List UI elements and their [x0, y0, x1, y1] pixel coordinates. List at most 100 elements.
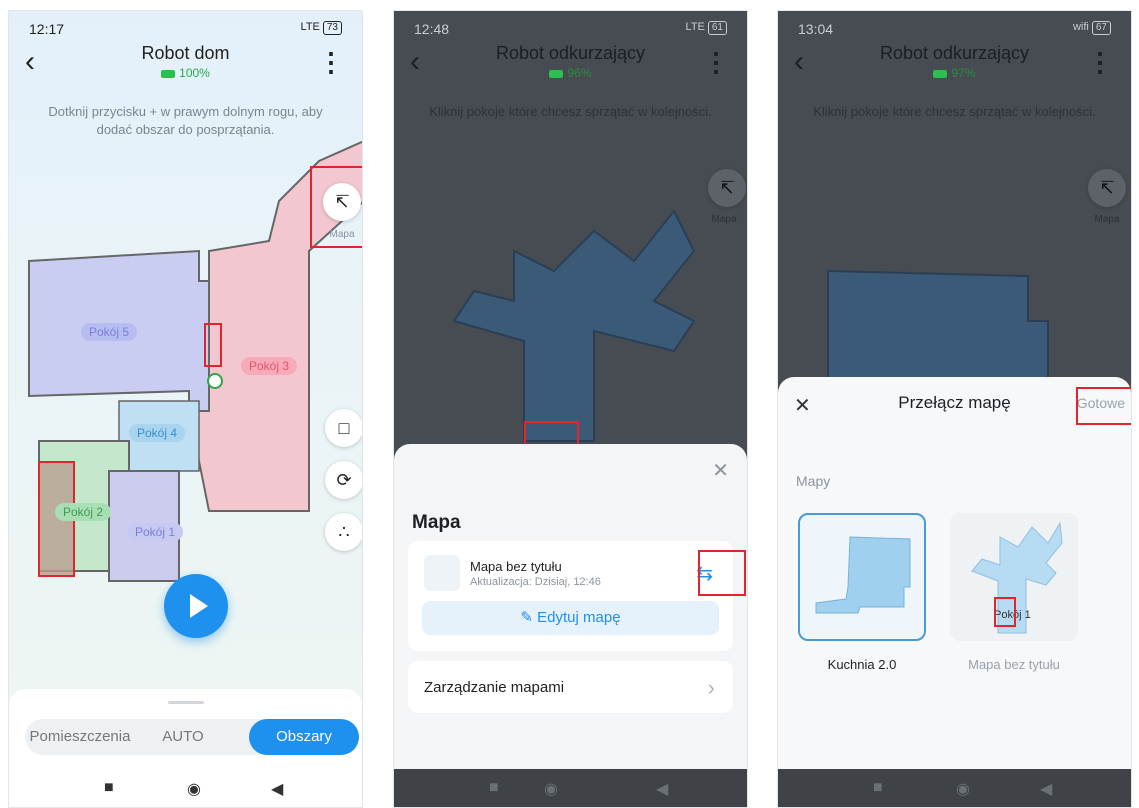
battery-percent: 100%: [179, 66, 210, 80]
status-icons: wifi 67: [1073, 21, 1111, 35]
maps-section-title: Mapy: [796, 473, 831, 489]
header: ‹ Robot dom 100% ⋮: [9, 39, 362, 89]
system-navbar: ■ ◉ ◀: [394, 769, 747, 807]
status-time: 13:04: [798, 21, 834, 37]
swap-icon-highlight: [698, 550, 746, 596]
map-shape: [827, 269, 1049, 381]
thumb-room-highlight: [994, 597, 1016, 627]
map-thumbnail: [815, 536, 911, 614]
phone-screen-robot-dom: 12:17 LTE 73 ‹ Robot dom 100% ⋮ Dotknij p…: [8, 10, 363, 808]
battery-percent: 97%: [951, 66, 976, 80]
map-shape: [452, 209, 696, 442]
instruction-hint: Dotknij przycisku + w prawym dolnym rogu…: [48, 104, 323, 137]
signal-icon: LTE: [300, 21, 320, 33]
status-bar: 13:04 wifi 67: [798, 21, 1111, 41]
map-switch-button[interactable]: ↸: [1088, 169, 1126, 207]
wifi-icon: wifi: [1072, 21, 1089, 33]
map-caption-kuchnia: Kuchnia 2.0: [827, 657, 897, 672]
map-thumbnail: [424, 555, 460, 591]
system-navbar: ■ ◉ ◀: [778, 769, 1131, 807]
room-label-2[interactable]: Pokój 2: [55, 503, 112, 521]
battery-level-icon: [933, 69, 948, 78]
phone-screen-map-sheet: 12:48 LTE 61 ‹ Robot odkurzający 96% ⋮ Kl…: [393, 10, 748, 808]
header: ‹ Robot odkurzający 96% ⋮: [394, 39, 747, 89]
edit-map-label: Edytuj mapę: [537, 609, 621, 626]
page-title: Robot odkurzający: [879, 43, 1030, 63]
room-label-3[interactable]: Pokój 3: [241, 357, 298, 375]
system-navbar: ■ ◉ ◀: [9, 769, 362, 807]
floor-map[interactable]: [778, 261, 1132, 381]
battery-percent: 96%: [567, 66, 592, 80]
suction-icon: ∴: [338, 522, 350, 542]
more-menu-icon[interactable]: ⋮: [703, 47, 729, 77]
status-icons: LTE 73: [301, 21, 342, 35]
manage-maps-row[interactable]: Zarządzanie mapami ›: [408, 661, 733, 713]
room-label-4[interactable]: Pokój 4: [129, 424, 186, 442]
home-icon[interactable]: ◉: [956, 779, 970, 799]
mode-panel: Pomieszczenia AUTO Obszary ■ ◉ ◀: [9, 689, 362, 807]
status-bar: 12:17 LTE 73: [29, 21, 342, 41]
map-bottom-sheet: ✕ Mapa Mapa bez tytułu Aktualizacja: Dzi…: [394, 444, 747, 769]
recent-apps-icon[interactable]: ■: [104, 779, 114, 797]
map-name: Mapa bez tytułu: [470, 559, 562, 574]
floor-map[interactable]: [394, 191, 748, 451]
battery-level-icon: [161, 69, 176, 78]
tab-obszary[interactable]: Obszary: [249, 719, 359, 755]
map-caption-bez-tytulu: Mapa bez tytułu: [968, 657, 1060, 672]
status-icons: LTE 61: [686, 21, 727, 35]
home-icon[interactable]: ◉: [187, 779, 201, 799]
robot-spot-highlight-box: [204, 323, 222, 367]
tab-pomieszczenia[interactable]: Pomieszczenia: [25, 719, 135, 755]
current-map-card: Mapa bez tytułu Aktualizacja: Dzisiaj, 1…: [408, 541, 733, 651]
manage-maps-label: Zarządzanie mapami: [424, 679, 565, 696]
edit-map-button[interactable]: ✎ Edytuj mapę: [422, 601, 719, 635]
more-menu-icon[interactable]: ⋮: [318, 47, 344, 77]
battery-icon: 67: [1091, 21, 1111, 35]
header: ‹ Robot odkurzający 97% ⋮: [778, 39, 1131, 89]
done-button-highlight: [1076, 387, 1131, 425]
room-label-1[interactable]: Pokój 1: [127, 523, 184, 541]
robot-battery: 97%: [778, 66, 1131, 80]
map-card-kuchnia[interactable]: [798, 513, 926, 641]
home-icon[interactable]: ◉: [544, 779, 558, 799]
recent-apps-icon[interactable]: ■: [489, 779, 499, 797]
page-title: Robot dom: [141, 43, 230, 63]
sheet-title: Mapa: [412, 512, 461, 533]
more-menu-icon[interactable]: ⋮: [1087, 47, 1113, 77]
signal-icon: LTE: [685, 21, 705, 33]
edit-icon: ✎: [520, 609, 538, 626]
room-label-5[interactable]: Pokój 5: [81, 323, 138, 341]
instruction-hint: Kliknij pokoje które chcesz sprzątać w k…: [813, 104, 1096, 119]
status-time: 12:48: [414, 21, 450, 37]
page-title: Robot odkurzający: [495, 43, 646, 63]
battery-icon: 61: [707, 21, 727, 35]
chevron-right-icon: ›: [707, 675, 715, 700]
instruction-hint: Kliknij pokoje które chcesz sprzątać w k…: [429, 104, 712, 119]
start-cleaning-button[interactable]: [164, 574, 228, 638]
repeat-cleaning-button[interactable]: ⟳: [325, 461, 362, 499]
add-area-button[interactable]: □: [325, 409, 362, 447]
suction-power-button[interactable]: ∴: [325, 513, 362, 551]
map-card-bez-tytulu[interactable]: Pokój 1: [950, 513, 1078, 641]
back-nav-icon[interactable]: ◀: [271, 779, 283, 799]
map-button-highlight: [310, 166, 362, 248]
repeat-3-icon: ⟳: [336, 470, 352, 490]
robot-icon: [207, 373, 223, 389]
drag-handle[interactable]: [167, 701, 204, 704]
tab-auto[interactable]: AUTO: [143, 719, 223, 755]
map-updated: Aktualizacja: Dzisiaj, 12:46: [470, 576, 601, 588]
battery-level-icon: [549, 69, 564, 78]
robot-battery: 100%: [9, 66, 362, 80]
status-time: 12:17: [29, 21, 65, 37]
mode-selector: Pomieszczenia AUTO Obszary: [25, 719, 359, 755]
add-area-icon: □: [338, 418, 350, 438]
back-nav-icon[interactable]: ◀: [1040, 779, 1052, 799]
recent-apps-icon[interactable]: ■: [873, 779, 883, 797]
phone-screen-switch-map: 13:04 wifi 67 ‹ Robot odkurzający 97% ⋮ K…: [777, 10, 1132, 808]
back-nav-icon[interactable]: ◀: [656, 779, 668, 799]
battery-icon: 73: [322, 21, 342, 35]
close-icon[interactable]: ✕: [712, 458, 729, 483]
robot-battery: 96%: [394, 66, 747, 80]
map-switch-icon: ↸: [1099, 178, 1115, 198]
map-button-label: Mapa: [1094, 214, 1120, 225]
